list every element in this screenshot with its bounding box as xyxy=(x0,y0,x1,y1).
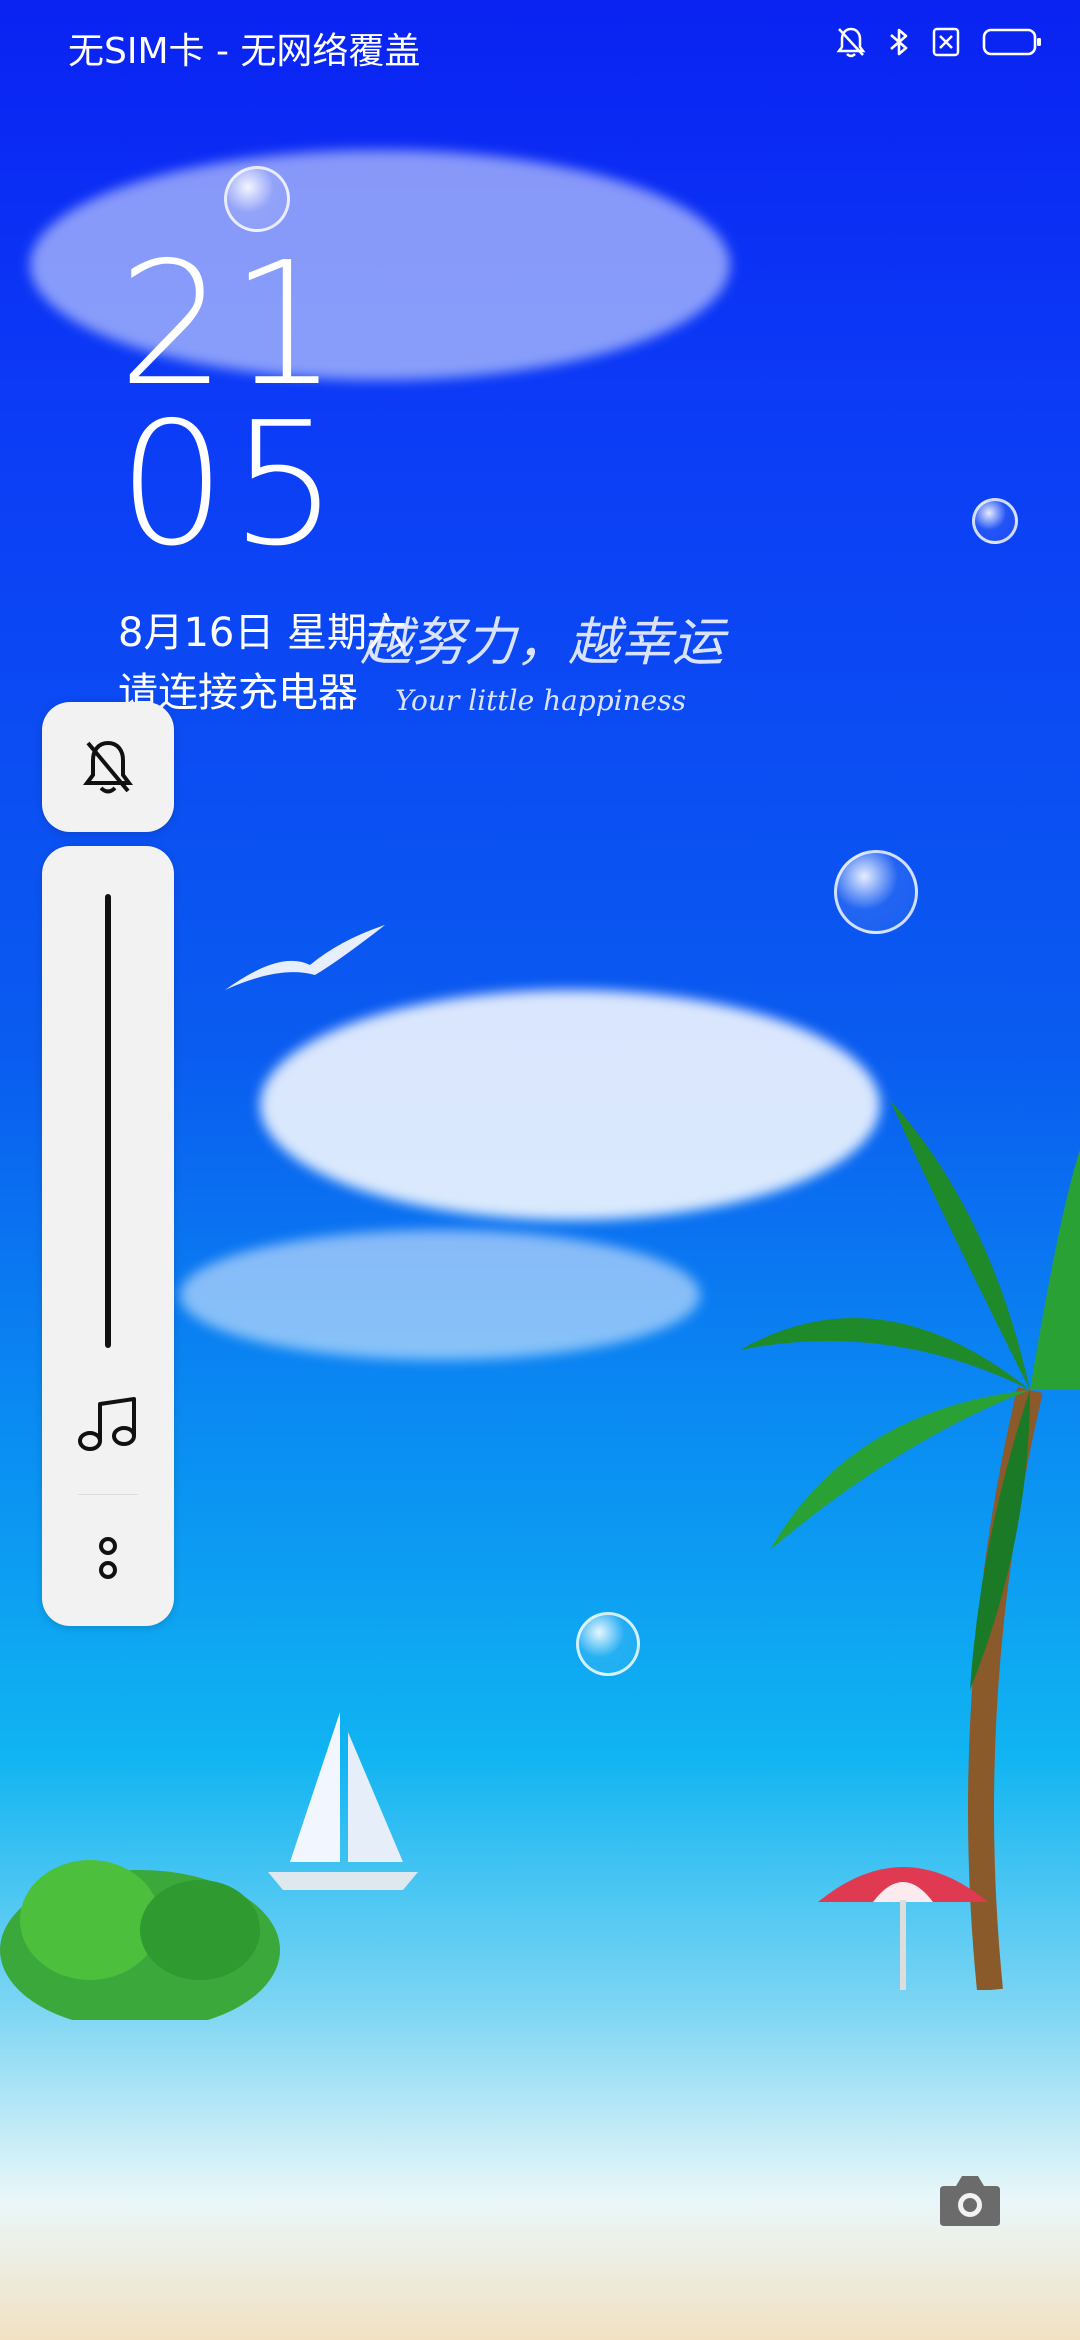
music-note-icon[interactable] xyxy=(76,1396,140,1452)
battery-icon xyxy=(982,28,1041,56)
clock-hour: 21 xyxy=(118,226,343,424)
seagull-image xyxy=(225,925,385,990)
umbrella-image xyxy=(818,1867,988,1990)
wallpaper-slogan-en: Your little happiness xyxy=(395,684,686,717)
bubble-1 xyxy=(224,166,290,232)
bush-image xyxy=(0,1860,280,2020)
cloud-lower xyxy=(180,1230,700,1360)
mute-toggle-button[interactable] xyxy=(42,702,174,832)
no-sim-icon xyxy=(932,27,960,57)
status-bar: 无SIM卡 - 无网络覆盖 xyxy=(0,0,1080,100)
bell-off-icon xyxy=(836,27,866,58)
wallpaper-slogan: 越努力，越幸运 xyxy=(360,613,725,673)
bluetooth-icon xyxy=(890,28,908,56)
volume-slider[interactable] xyxy=(105,894,111,1348)
panel-divider xyxy=(78,1494,138,1495)
bell-off-icon xyxy=(83,740,133,794)
bubble-2 xyxy=(972,498,1018,544)
more-dots-icon[interactable] xyxy=(92,1536,124,1584)
sailboat-image xyxy=(268,1712,418,1890)
bubble-4 xyxy=(576,1612,640,1676)
camera-icon[interactable] xyxy=(938,2172,1002,2228)
clock-minute: 05 xyxy=(118,386,343,584)
status-icons xyxy=(836,26,1042,58)
volume-panel xyxy=(42,846,174,1626)
carrier-status: 无SIM卡 - 无网络覆盖 xyxy=(68,31,421,72)
bubble-3 xyxy=(834,850,918,934)
